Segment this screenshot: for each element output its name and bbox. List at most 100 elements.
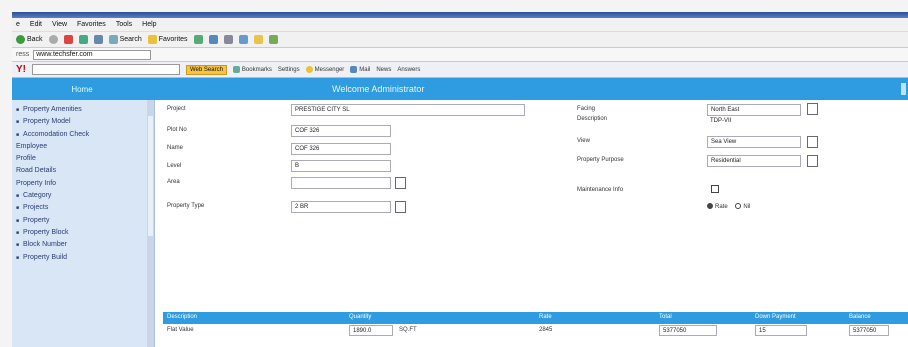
edit-icon[interactable] bbox=[238, 35, 248, 44]
news-item[interactable]: News bbox=[376, 67, 391, 73]
favorites-button[interactable]: Favorites bbox=[147, 35, 188, 44]
forward-button[interactable] bbox=[48, 35, 58, 44]
project-field[interactable]: PRESTIGE CITY SL bbox=[291, 104, 525, 116]
description-field[interactable]: TDP-VII bbox=[707, 116, 897, 130]
forward-arrow-icon bbox=[48, 35, 58, 44]
messenger-smile-icon bbox=[305, 66, 313, 73]
maintenance-checkbox[interactable] bbox=[711, 185, 719, 193]
maintenance-label: Maintenance Info bbox=[577, 187, 624, 193]
sidebar-item[interactable]: Property bbox=[12, 215, 154, 227]
nil-radio-dot bbox=[735, 203, 742, 209]
view-label: View bbox=[577, 138, 590, 144]
answers-label: Answers bbox=[397, 66, 421, 73]
mail-icon[interactable] bbox=[208, 35, 218, 44]
property-type-label: Property Type bbox=[167, 203, 205, 209]
menu-file[interactable]: e bbox=[16, 21, 20, 28]
mail-item[interactable]: Mail bbox=[350, 66, 370, 73]
sidebar-item[interactable]: Road Details bbox=[12, 165, 154, 177]
search-icon bbox=[108, 35, 118, 44]
history-icon[interactable] bbox=[193, 35, 203, 44]
menu-tools[interactable]: Tools bbox=[116, 21, 132, 28]
area-lookup-button[interactable] bbox=[395, 177, 406, 189]
view-field[interactable]: Sea View bbox=[707, 136, 801, 148]
search-button[interactable]: Search bbox=[108, 35, 142, 44]
sidebar-item[interactable]: Block Number bbox=[12, 239, 154, 251]
sidebar-item[interactable]: Profile bbox=[12, 153, 154, 165]
sidebar-item[interactable]: Category bbox=[12, 190, 154, 202]
back-label: Back bbox=[27, 36, 43, 43]
print-icon[interactable] bbox=[223, 35, 233, 44]
sidebar-item[interactable]: Property Block bbox=[12, 227, 154, 239]
cell-balance[interactable]: 5377050 bbox=[849, 325, 889, 336]
stop-icon[interactable] bbox=[63, 35, 73, 44]
col-balance: Balance bbox=[849, 314, 871, 320]
home-link[interactable]: Home bbox=[12, 85, 152, 94]
grid-header: Description Quantity Rate Total Down Pay… bbox=[163, 312, 908, 324]
news-label: News bbox=[376, 66, 392, 73]
sidebar-item[interactable]: Property Build bbox=[12, 252, 154, 264]
rate-radio[interactable]: Rate bbox=[707, 203, 728, 210]
plot-no-label: Plot No bbox=[167, 127, 187, 133]
bookmarks-label: Bookmarks bbox=[241, 66, 272, 73]
name-field[interactable]: COF 326 bbox=[291, 143, 391, 155]
area-label: Area bbox=[167, 179, 180, 185]
nil-radio-label: Nil bbox=[743, 203, 751, 210]
facing-field[interactable]: North East bbox=[707, 104, 801, 116]
address-label: ress bbox=[16, 51, 30, 58]
rate-radio-dot bbox=[707, 203, 713, 209]
facing-lookup-button[interactable] bbox=[807, 103, 818, 115]
browser-window: e Edit View Favorites Tools Help Back Se… bbox=[12, 12, 908, 347]
yahoo-logo-icon[interactable]: Y! bbox=[16, 64, 26, 75]
sidebar-scrollbar[interactable] bbox=[147, 100, 154, 347]
answers-item[interactable]: Answers bbox=[397, 67, 420, 73]
description-label: Description bbox=[577, 116, 608, 122]
search-label: Search bbox=[119, 36, 142, 43]
web-search-input[interactable] bbox=[32, 64, 180, 75]
header-scroll-handle[interactable] bbox=[901, 83, 906, 95]
property-type-field[interactable]: 2 BR bbox=[291, 201, 391, 213]
menu-view[interactable]: View bbox=[52, 21, 67, 28]
area-field[interactable] bbox=[291, 177, 391, 189]
sidebar-item[interactable]: Employee bbox=[12, 141, 154, 153]
menu-bar: e Edit View Favorites Tools Help bbox=[12, 18, 908, 32]
facing-label: Facing bbox=[577, 106, 596, 112]
nil-radio[interactable]: Nil bbox=[735, 203, 751, 210]
sidebar-list: Property AmenitiesProperty ModelAccomoda… bbox=[12, 104, 154, 264]
cell-rate: 2845 bbox=[539, 327, 553, 333]
web-search-button[interactable]: Web Search bbox=[186, 64, 227, 75]
col-description: Description bbox=[167, 314, 198, 320]
messenger-icon[interactable] bbox=[268, 35, 278, 44]
purpose-field[interactable]: Residential bbox=[707, 155, 801, 167]
level-field[interactable]: B bbox=[291, 160, 391, 172]
bookmarks-item[interactable]: Bookmarks bbox=[232, 66, 272, 73]
menu-favorites[interactable]: Favorites bbox=[77, 21, 106, 28]
star-icon bbox=[147, 35, 157, 44]
menu-help[interactable]: Help bbox=[142, 21, 156, 28]
refresh-icon[interactable] bbox=[78, 35, 88, 44]
address-input[interactable]: www.techsfer.com bbox=[33, 49, 152, 60]
cell-quantity[interactable]: 1890.0 bbox=[349, 325, 393, 336]
sidebar-item[interactable]: Property Model bbox=[12, 116, 154, 128]
sidebar-item[interactable]: Property Amenities bbox=[12, 104, 154, 116]
folder-icon[interactable] bbox=[253, 35, 263, 44]
cell-down-payment[interactable]: 15 bbox=[755, 325, 807, 336]
menu-edit[interactable]: Edit bbox=[30, 21, 42, 28]
welcome-text: Welcome Administrator bbox=[332, 84, 425, 94]
back-arrow-icon bbox=[16, 35, 25, 44]
app-body: Property AmenitiesProperty ModelAccomoda… bbox=[12, 100, 908, 347]
sidebar-item[interactable]: Accomodation Check bbox=[12, 129, 154, 141]
messenger-item[interactable]: Messenger bbox=[305, 66, 344, 73]
cell-description: Flat Value bbox=[167, 327, 194, 333]
cell-total[interactable]: 5377050 bbox=[659, 325, 717, 336]
view-lookup-button[interactable] bbox=[807, 136, 818, 148]
back-button[interactable]: Back bbox=[16, 35, 43, 44]
home-icon[interactable] bbox=[93, 35, 103, 44]
settings-item[interactable]: Settings bbox=[278, 67, 300, 73]
plot-no-field[interactable]: COF 326 bbox=[291, 125, 391, 137]
purpose-lookup-button[interactable] bbox=[807, 155, 818, 167]
property-type-lookup-button[interactable] bbox=[395, 201, 406, 213]
sidebar-scroll-thumb[interactable] bbox=[148, 116, 153, 236]
sidebar-item[interactable]: Property Info bbox=[12, 178, 154, 190]
sidebar: Property AmenitiesProperty ModelAccomoda… bbox=[12, 100, 155, 347]
sidebar-item[interactable]: Projects bbox=[12, 202, 154, 214]
